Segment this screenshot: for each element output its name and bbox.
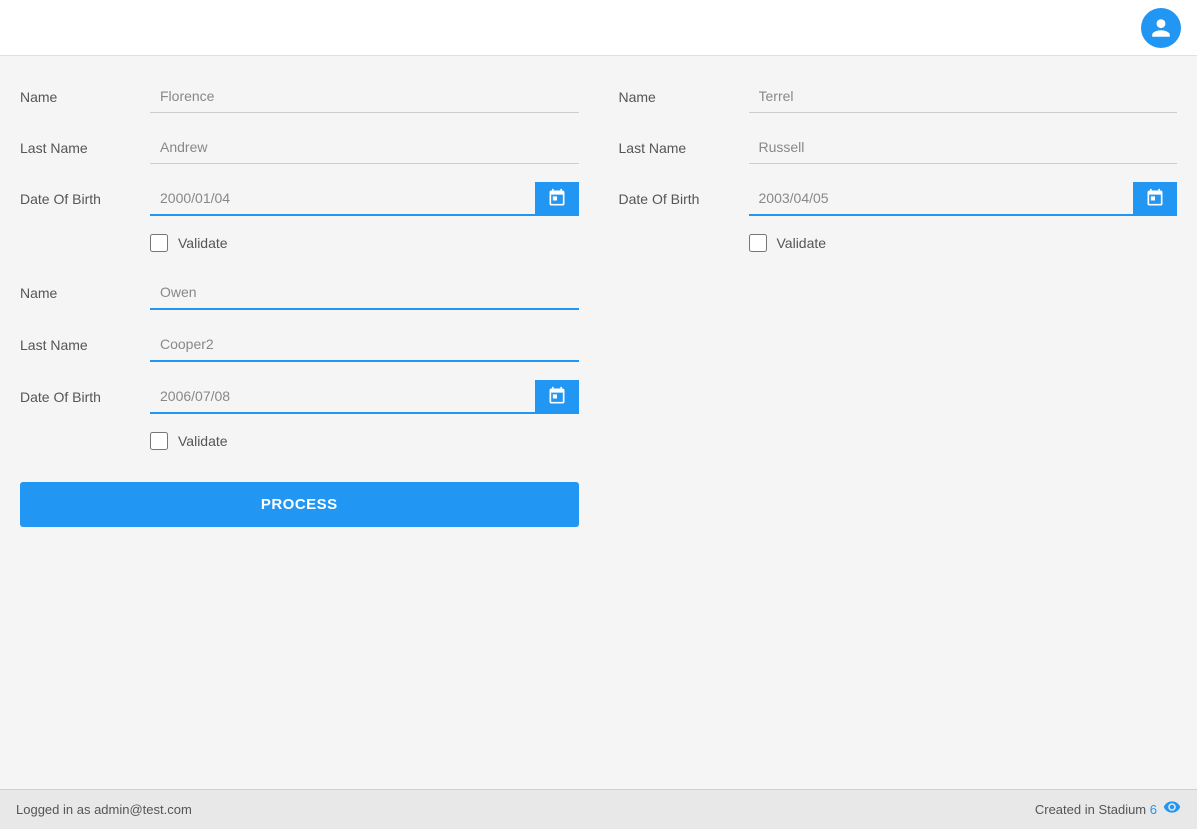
left-dob-label-1: Date Of Birth bbox=[20, 191, 150, 207]
top-bar bbox=[0, 0, 1197, 56]
left-name-group-2: Name bbox=[20, 276, 579, 310]
left-validate-row-1: Validate bbox=[20, 234, 579, 252]
left-dob-wrapper-2 bbox=[150, 380, 579, 414]
right-validate-row: Validate bbox=[619, 234, 1178, 252]
left-dob-input-1[interactable] bbox=[150, 182, 535, 214]
avatar-button[interactable] bbox=[1141, 8, 1181, 48]
right-dob-group: Date Of Birth bbox=[619, 182, 1178, 216]
right-lastname-group: Last Name bbox=[619, 131, 1178, 164]
left-dob-group-2: Date Of Birth bbox=[20, 380, 579, 414]
main-content: Name Last Name Date Of Birth Validate bbox=[0, 56, 1197, 789]
stadium-link[interactable]: 6 bbox=[1150, 802, 1157, 817]
right-validate-checkbox[interactable] bbox=[749, 234, 767, 252]
left-dob-input-2[interactable] bbox=[150, 380, 535, 412]
right-name-group: Name bbox=[619, 80, 1178, 113]
left-name-label-2: Name bbox=[20, 285, 150, 301]
right-name-input[interactable] bbox=[749, 80, 1178, 113]
right-name-label: Name bbox=[619, 89, 749, 105]
left-dob-group-1: Date Of Birth bbox=[20, 182, 579, 216]
left-lastname-group-1: Last Name bbox=[20, 131, 579, 164]
left-lastname-group-2: Last Name bbox=[20, 328, 579, 362]
right-lastname-label: Last Name bbox=[619, 140, 749, 156]
left-name-group-1: Name bbox=[20, 80, 579, 113]
left-column: Name Last Name Date Of Birth Validate bbox=[20, 80, 579, 765]
left-dob-label-2: Date Of Birth bbox=[20, 389, 150, 405]
left-name-label-1: Name bbox=[20, 89, 150, 105]
left-validate-label-2: Validate bbox=[178, 433, 228, 449]
right-calendar-btn[interactable] bbox=[1133, 182, 1177, 214]
left-validate-checkbox-2[interactable] bbox=[150, 432, 168, 450]
left-validate-label-1: Validate bbox=[178, 235, 228, 251]
left-lastname-label-1: Last Name bbox=[20, 140, 150, 156]
left-validate-checkbox-1[interactable] bbox=[150, 234, 168, 252]
process-button[interactable]: PROCESS bbox=[20, 482, 579, 527]
eye-icon bbox=[1163, 798, 1181, 821]
right-dob-wrapper bbox=[749, 182, 1178, 216]
right-dob-input[interactable] bbox=[749, 182, 1134, 214]
right-lastname-input[interactable] bbox=[749, 131, 1178, 164]
left-calendar-btn-2[interactable] bbox=[535, 380, 579, 412]
logged-in-text: Logged in as admin@test.com bbox=[16, 802, 192, 817]
created-stadium: Created in Stadium 6 bbox=[1035, 798, 1181, 821]
right-dob-label: Date Of Birth bbox=[619, 191, 749, 207]
left-name-input-1[interactable] bbox=[150, 80, 579, 113]
status-bar: Logged in as admin@test.com Created in S… bbox=[0, 789, 1197, 829]
left-calendar-btn-1[interactable] bbox=[535, 182, 579, 214]
right-column: Name Last Name Date Of Birth Validate bbox=[619, 80, 1178, 765]
left-dob-wrapper-1 bbox=[150, 182, 579, 216]
left-lastname-input-2[interactable] bbox=[150, 328, 579, 362]
left-name-input-2[interactable] bbox=[150, 276, 579, 310]
right-validate-label: Validate bbox=[777, 235, 827, 251]
left-validate-row-2: Validate bbox=[20, 432, 579, 450]
created-stadium-prefix: Created in Stadium 6 bbox=[1035, 802, 1157, 817]
left-lastname-input-1[interactable] bbox=[150, 131, 579, 164]
left-lastname-label-2: Last Name bbox=[20, 337, 150, 353]
